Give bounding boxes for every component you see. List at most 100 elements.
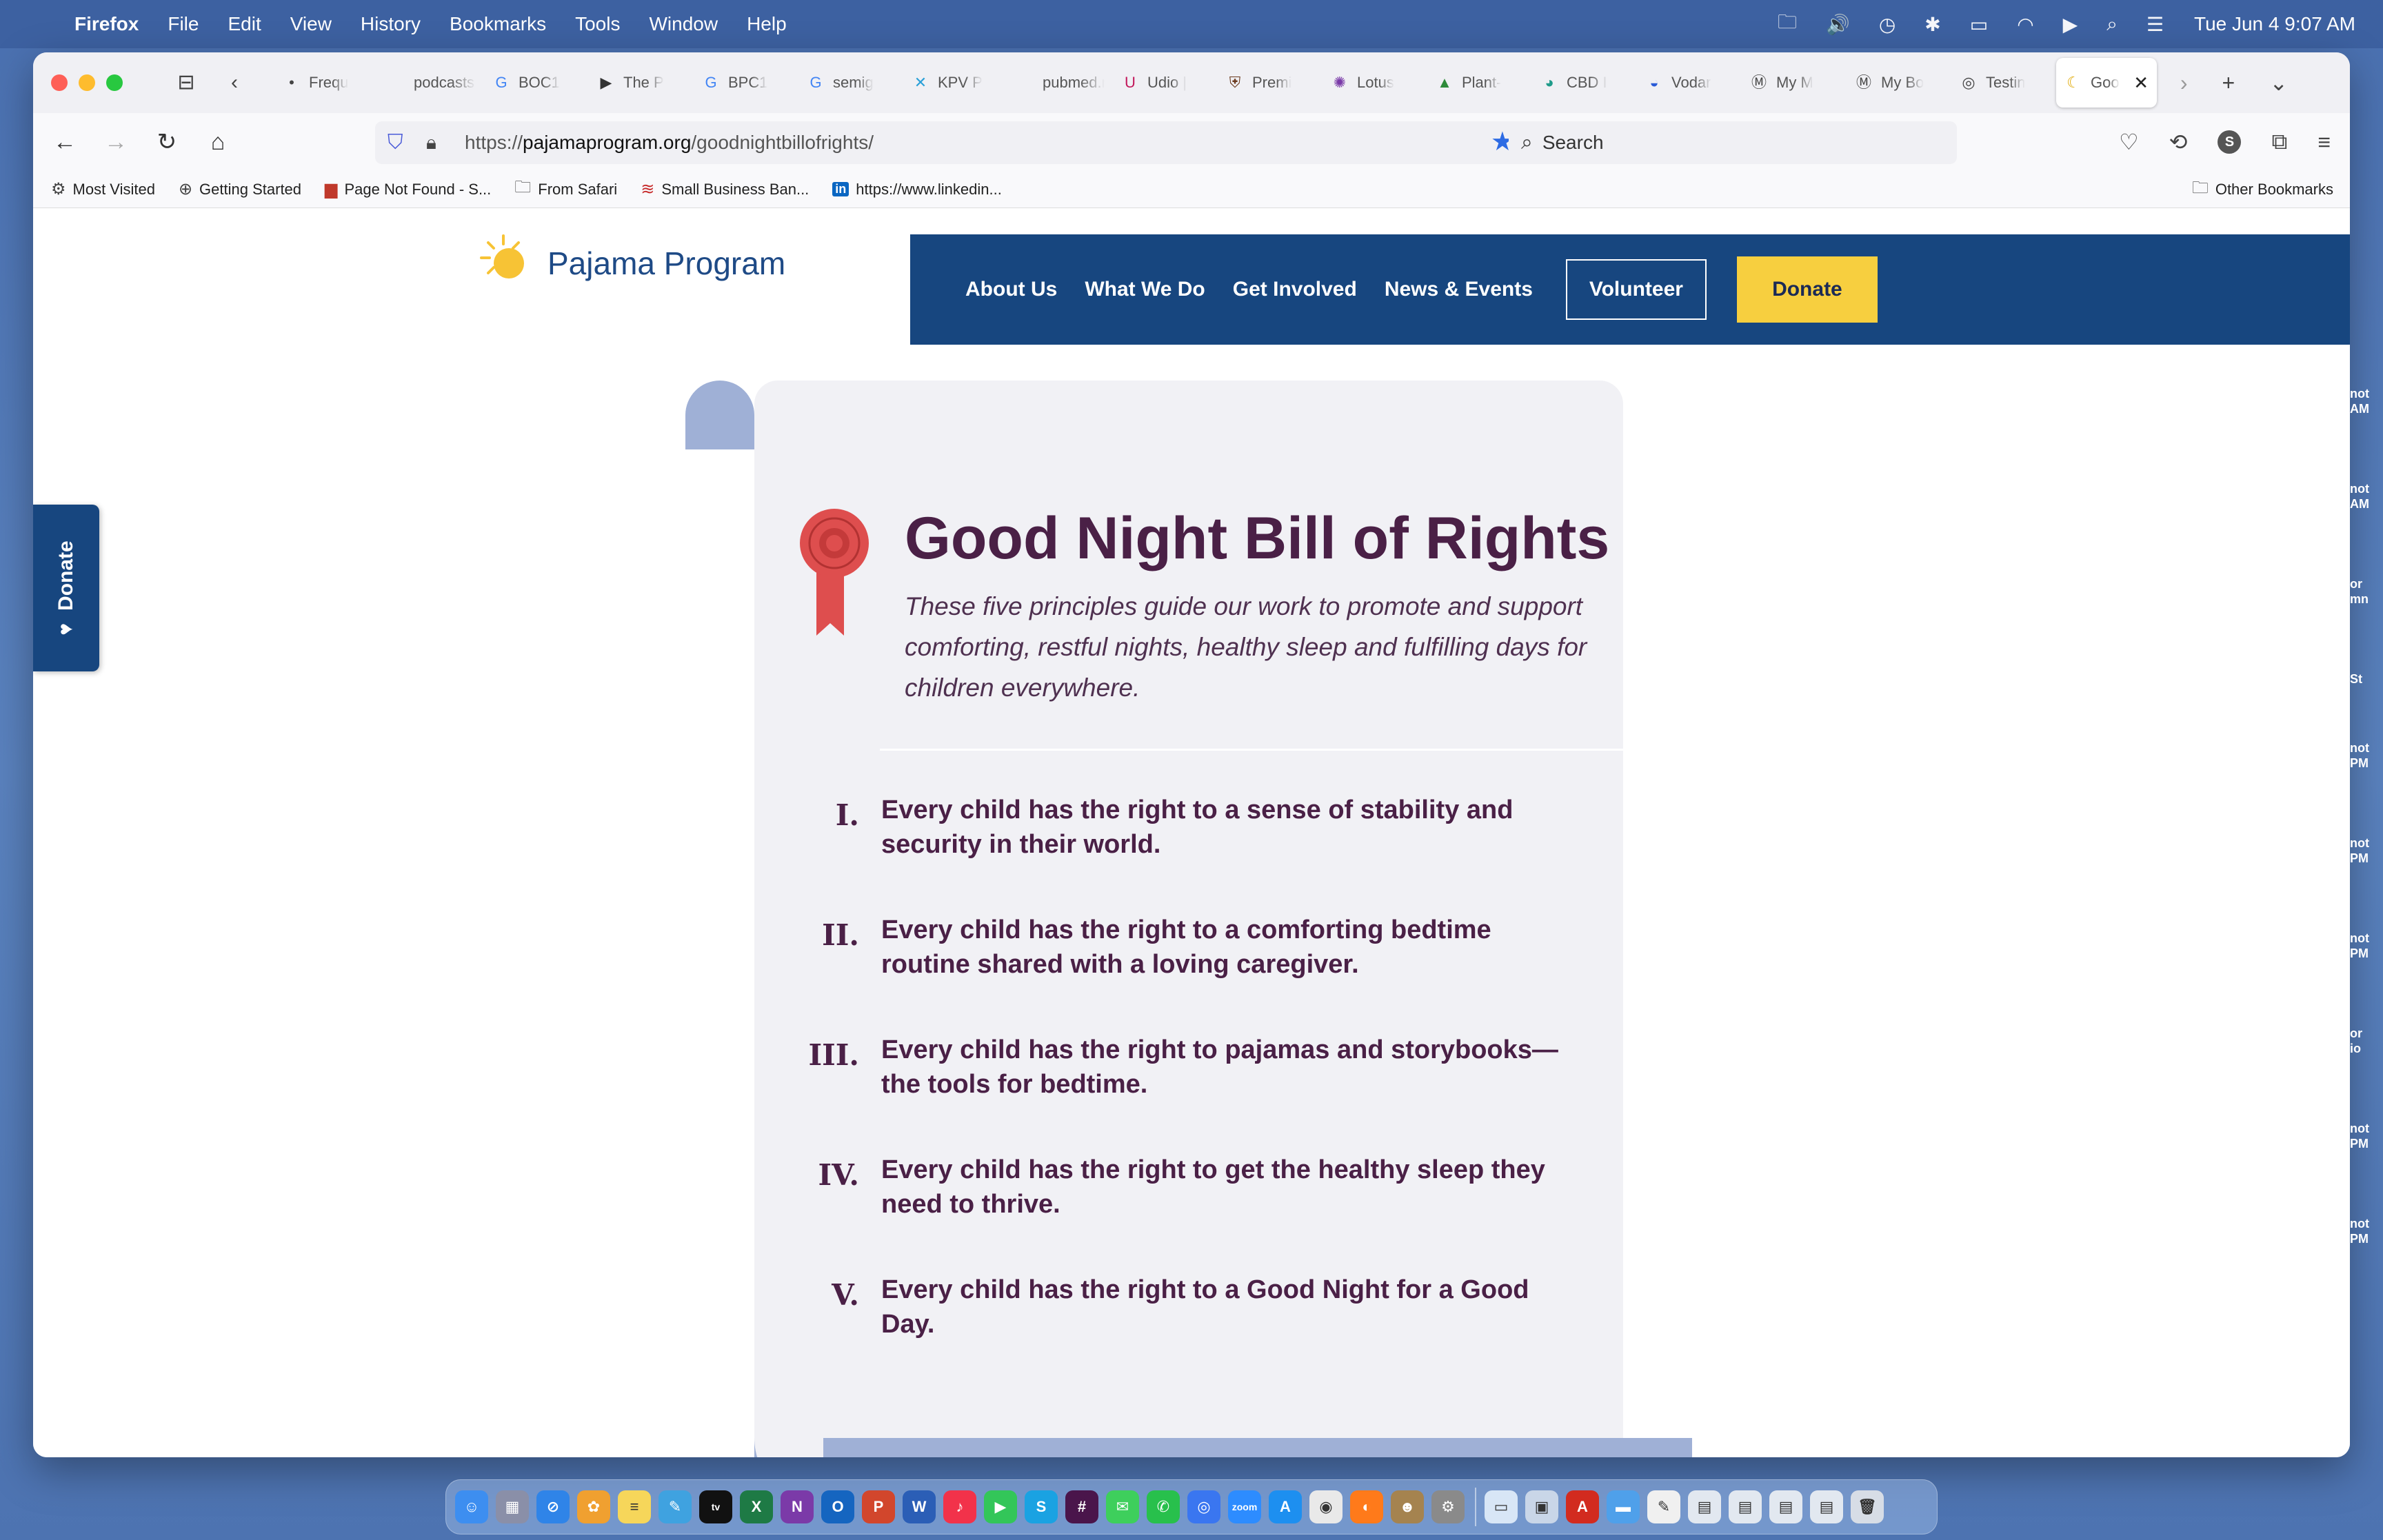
dock-finder-icon[interactable]: ☺ [455, 1490, 488, 1523]
dock-trash-icon[interactable]: 🗑 [1851, 1490, 1884, 1523]
tab[interactable]: Ⓜ My M [1742, 58, 1847, 108]
menu-view[interactable]: View [290, 13, 332, 35]
dock-music-icon[interactable]: ♪ [943, 1490, 976, 1523]
dock-files-icon[interactable]: ▭ [1485, 1490, 1518, 1523]
menu-bookmarks[interactable]: Bookmarks [450, 13, 546, 35]
nav-what-we-do[interactable]: What We Do [1085, 278, 1205, 301]
tab[interactable]: G BOC1 [484, 58, 589, 108]
tab-active[interactable]: ☾ Goo ✕ [2056, 58, 2157, 108]
side-donate-tab[interactable]: ♥ Donate [33, 505, 99, 671]
minimize-window-button[interactable] [79, 74, 95, 91]
dock-powerpoint-icon[interactable]: P [862, 1490, 895, 1523]
volunteer-button[interactable]: Volunteer [1565, 259, 1707, 320]
dock-safari-icon[interactable]: ⊘ [536, 1490, 570, 1523]
time-machine-icon[interactable]: ◷ [1879, 13, 1896, 36]
dock-skype-icon[interactable]: S [1025, 1490, 1058, 1523]
donate-button[interactable]: Donate [1736, 256, 1878, 323]
menubar-clock[interactable]: Tue Jun 4 9:07 AM [2194, 13, 2355, 35]
spotlight-icon[interactable]: ⌕ [2107, 13, 2118, 36]
control-center-icon[interactable]: ☰ [2146, 13, 2164, 36]
home-icon[interactable]: ⌂ [199, 123, 237, 161]
tab[interactable]: ◒ Vodar [1637, 58, 1742, 108]
menu-edit[interactable]: Edit [228, 13, 261, 35]
play-icon[interactable]: ▶ [2063, 13, 2078, 36]
menu-app-firefox[interactable]: Firefox [74, 13, 139, 35]
dock-folder-docs-icon[interactable]: ▬ [1607, 1490, 1640, 1523]
bookmark-getting-started[interactable]: ⊕ Getting Started [179, 179, 301, 199]
nav-about-us[interactable]: About Us [965, 278, 1057, 301]
dock-apple-tv-icon[interactable]: tv [699, 1490, 732, 1523]
hamburger-menu-icon[interactable]: ≡ [2317, 130, 2331, 155]
menu-tools[interactable]: Tools [575, 13, 620, 35]
tab[interactable]: pubmed.n [1008, 58, 1113, 108]
wifi-icon[interactable]: ◠ [2017, 13, 2033, 36]
dock-chrome-icon[interactable]: ◉ [1309, 1490, 1343, 1523]
tab[interactable]: Ⓜ My Bo [1847, 58, 1951, 108]
extensions-icon[interactable]: ⧉ [2271, 129, 2287, 155]
scroll-tabs-left-icon[interactable]: ‹ [221, 69, 248, 97]
dock-excel-icon[interactable]: X [740, 1490, 773, 1523]
battery-icon[interactable]: ▭ [1970, 13, 1988, 36]
bookmark-page-not-found[interactable]: ▆ Page Not Found - S... [325, 179, 491, 199]
dock-system-settings-icon[interactable]: ⚙ [1431, 1490, 1465, 1523]
dock-facetime-icon[interactable]: ▶ [984, 1490, 1017, 1523]
dock-contacts-icon[interactable]: ☻ [1391, 1490, 1424, 1523]
tab[interactable]: podcasts. [379, 58, 484, 108]
tab[interactable]: • Frequ [274, 58, 379, 108]
tab[interactable]: ⛨ Premi [1218, 58, 1323, 108]
search-input[interactable]: ⌕ Search [1509, 121, 1957, 164]
bookmark-small-business[interactable]: ≋ Small Business Ban... [641, 179, 809, 199]
dock-app-store-icon[interactable]: A [1269, 1490, 1302, 1523]
pocket-icon[interactable]: ♡ [2119, 129, 2139, 155]
forward-icon[interactable]: → [97, 123, 135, 161]
close-window-button[interactable] [51, 74, 68, 91]
tab[interactable]: ◕ CBD I [1532, 58, 1637, 108]
firefox-view-icon[interactable]: ⊟ [172, 69, 200, 97]
lock-icon[interactable]: 🔒︎ [426, 132, 451, 154]
menu-history[interactable]: History [361, 13, 421, 35]
tab[interactable]: G BPC1 [694, 58, 798, 108]
dock-messages-icon[interactable]: ✉ [1106, 1490, 1139, 1523]
folder-icon[interactable]: 🗀 [1778, 8, 1797, 41]
url-text[interactable]: https://pajamaprogram.org/goodnightbillo… [465, 132, 874, 154]
tracking-protection-icon[interactable]: ⛉ [388, 131, 415, 154]
dock-screenshot-3-icon[interactable]: ▤ [1769, 1490, 1802, 1523]
bluetooth-icon[interactable]: ✱ [1924, 13, 1940, 36]
tab[interactable]: ✺ Lotus [1323, 58, 1427, 108]
nav-get-involved[interactable]: Get Involved [1233, 278, 1357, 301]
tab[interactable]: ◎ Testin [1951, 58, 2056, 108]
scroll-tabs-right-icon[interactable]: › [2180, 70, 2188, 96]
menu-help[interactable]: Help [747, 13, 787, 35]
bookmark-most-visited[interactable]: ⚙ Most Visited [51, 179, 155, 199]
dock-textedit-icon[interactable]: ✎ [1647, 1490, 1680, 1523]
tab[interactable]: U Udio | [1113, 58, 1218, 108]
list-all-tabs-icon[interactable]: ⌄ [2269, 70, 2288, 96]
account-avatar[interactable]: S [2218, 130, 2242, 154]
dock-screenshot-2-icon[interactable]: ▤ [1729, 1490, 1762, 1523]
back-icon[interactable]: ← [46, 123, 84, 161]
dock-preview-icon[interactable]: ▣ [1525, 1490, 1558, 1523]
dock-zoom-icon[interactable]: zoom [1228, 1490, 1261, 1523]
dock-freeform-icon[interactable]: ✎ [658, 1490, 692, 1523]
bookmark-from-safari[interactable]: 🗀 From Safari [514, 175, 617, 203]
tab[interactable]: ✕ KPV P [903, 58, 1008, 108]
dock-acrobat-icon[interactable]: A [1566, 1490, 1599, 1523]
dock-onenote-icon[interactable]: N [781, 1490, 814, 1523]
menu-window[interactable]: Window [649, 13, 718, 35]
dock-screenshot-4-icon[interactable]: ▤ [1810, 1490, 1843, 1523]
dock-photos-icon[interactable]: ✿ [577, 1490, 610, 1523]
dock-signal-icon[interactable]: ◎ [1187, 1490, 1220, 1523]
menu-file[interactable]: File [168, 13, 199, 35]
history-icon[interactable]: ⟲ [2169, 129, 2188, 155]
dock-whatsapp-icon[interactable]: ✆ [1147, 1490, 1180, 1523]
dock-launchpad-icon[interactable]: ▦ [496, 1490, 529, 1523]
reload-icon[interactable]: ↻ [148, 123, 186, 161]
dock-slack-icon[interactable]: # [1065, 1490, 1098, 1523]
bookmark-linkedin[interactable]: in https://www.linkedin... [832, 181, 1002, 199]
site-logo[interactable]: Pajama Program [474, 229, 785, 298]
nav-news-events[interactable]: News & Events [1385, 278, 1533, 301]
new-tab-icon[interactable]: + [2222, 70, 2235, 96]
dock-word-icon[interactable]: W [903, 1490, 936, 1523]
zoom-window-button[interactable] [106, 74, 123, 91]
address-bar[interactable]: ⛉ 🔒︎ https://pajamaprogram.org/goodnight… [375, 121, 1525, 164]
